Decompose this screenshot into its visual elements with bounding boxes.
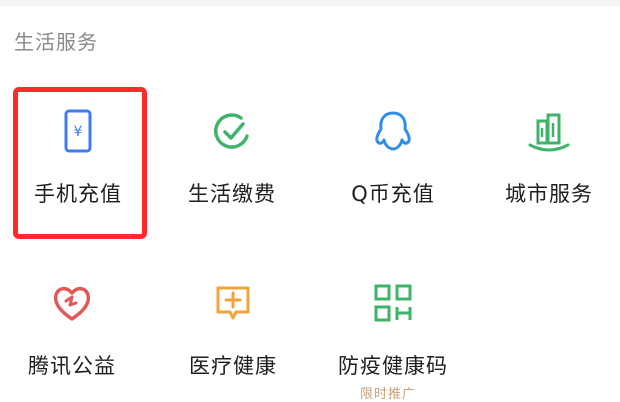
section-title: 生活服务 (14, 30, 98, 54)
service-label: 腾讯公益 (28, 354, 116, 378)
service-health-code[interactable]: 防疫健康码 (318, 252, 468, 402)
phone-yuan-icon: ¥ (53, 106, 103, 156)
charity-heart-icon (47, 278, 97, 328)
medical-plus-icon (208, 278, 258, 328)
top-divider (0, 0, 620, 6)
qr-code-icon (368, 278, 418, 328)
service-qcoin-recharge[interactable]: Q币充值 (318, 80, 468, 230)
service-tencent-charity[interactable]: 腾讯公益 (0, 252, 147, 402)
qq-penguin-icon (368, 106, 418, 156)
service-label: 生活缴费 (188, 182, 276, 206)
service-label: 防疫健康码 (338, 354, 448, 378)
service-city-services[interactable]: 城市服务 (474, 80, 620, 230)
svg-text:¥: ¥ (74, 124, 83, 140)
city-buildings-icon (524, 106, 574, 156)
check-circle-icon (207, 106, 257, 156)
service-label: Q币充值 (351, 182, 435, 206)
service-utility-payment[interactable]: 生活缴费 (157, 80, 307, 230)
service-label: 城市服务 (505, 182, 593, 206)
service-label: 医疗健康 (189, 354, 277, 378)
service-medical-health[interactable]: 医疗健康 (158, 252, 308, 402)
service-mobile-recharge[interactable]: ¥ 手机充值 (3, 80, 153, 230)
service-label: 手机充值 (34, 182, 122, 206)
